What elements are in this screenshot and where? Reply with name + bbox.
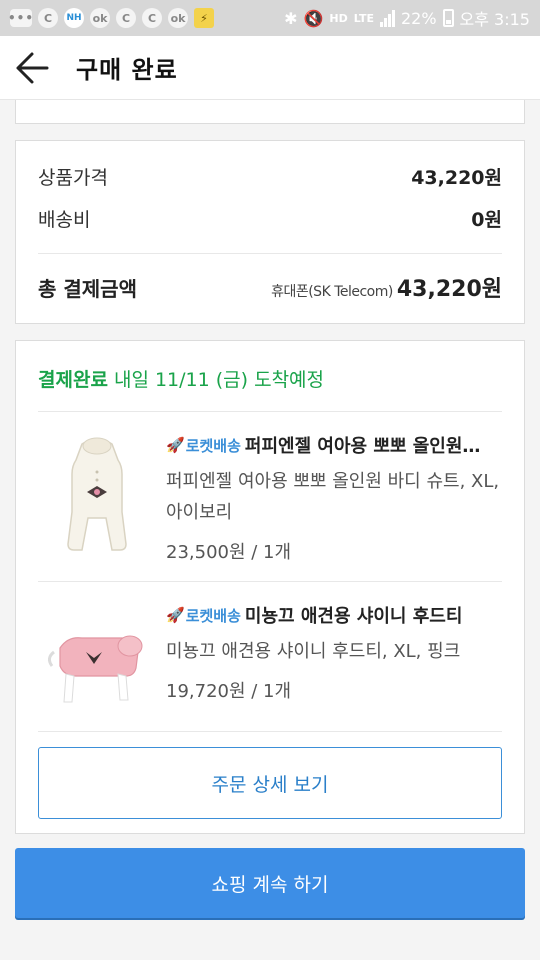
nh-app-icon: NH — [64, 8, 84, 28]
c-app-icon: C — [38, 8, 58, 28]
page-title: 구매 완료 — [76, 56, 178, 84]
order-item[interactable]: 🚀 로켓배송 퍼피엔젤 여아용 뽀뽀 올인원… 퍼피엔젤 여아용 뽀뽀 올인원 바… — [38, 411, 502, 581]
product-thumbnail-hoodie[interactable] — [42, 596, 152, 726]
shipping-value: 0원 — [471, 209, 502, 231]
item-price: 23,500원 / 1개 — [166, 542, 292, 563]
ok-app-icon: ok — [90, 8, 110, 28]
rocket-badge-label: 로켓배송 — [185, 436, 241, 455]
total-row: 총 결제금액 휴대폰(SK Telecom) 43,220원 — [38, 271, 502, 303]
ok-app-icon: ok — [168, 8, 188, 28]
product-price-value: 43,220원 — [411, 167, 502, 189]
battery-icon — [442, 9, 454, 27]
item-name[interactable]: 퍼피엔젤 여아용 뽀뽀 올인원… — [245, 432, 481, 458]
item-info: 🚀 로켓배송 미뇽끄 애견용 샤이니 후드티 미뇽끄 애견용 샤이니 후드티, X… — [166, 602, 502, 703]
product-price-row: 상품가격 43,220원 — [38, 163, 502, 190]
price-divider — [38, 253, 502, 254]
item-title: 🚀 로켓배송 퍼피엔젤 여아용 뽀뽀 올인원… — [166, 432, 502, 458]
product-price-label: 상품가격 — [38, 167, 108, 189]
product-thumbnail-onesie[interactable] — [42, 426, 152, 556]
signal-icon — [379, 9, 395, 27]
order-card: 결제완료 내일 11/11 (금) 도착예정 🚀 로켓배송 퍼피엔젤 여아용 뽀뽀… — [15, 340, 525, 834]
status-bar: ••• C NH ok C C ok ⚡ ✱ 🔇 HD LTE 22% 오후 3… — [0, 0, 540, 36]
rocket-delivery-badge: 🚀 로켓배송 — [166, 435, 241, 456]
order-detail-button[interactable]: 주문 상세 보기 — [38, 747, 502, 819]
notification-dots-icon: ••• — [8, 9, 35, 27]
c-app-icon: C — [116, 8, 136, 28]
pikachu-app-icon: ⚡ — [194, 8, 214, 28]
item-option: 미뇽끄 애견용 샤이니 후드티, XL, 핑크 — [166, 641, 461, 662]
item-name[interactable]: 미뇽끄 애견용 샤이니 후드티 — [245, 602, 463, 628]
item-price: 19,720원 / 1개 — [166, 681, 292, 702]
mute-icon: 🔇 — [303, 8, 324, 28]
lte-icon: LTE — [353, 11, 374, 25]
back-button[interactable] — [0, 36, 64, 100]
app-header: 구매 완료 — [0, 36, 540, 100]
price-summary-card: 상품가격 43,220원 배송비 0원 총 결제금액 휴대폰(SK Teleco… — [15, 140, 525, 324]
payment-method: 휴대폰(SK Telecom) — [271, 284, 393, 300]
item-title: 🚀 로켓배송 미뇽끄 애견용 샤이니 후드티 — [166, 602, 502, 628]
item-info: 🚀 로켓배송 퍼피엔젤 여아용 뽀뽀 올인원… 퍼피엔젤 여아용 뽀뽀 올인원 바… — [166, 432, 502, 564]
content-area[interactable]: 상품가격 43,220원 배송비 0원 총 결제금액 휴대폰(SK Teleco… — [0, 100, 540, 960]
rocket-icon: 🚀 — [166, 436, 185, 454]
rocket-icon: 🚀 — [166, 606, 185, 624]
items-divider — [38, 731, 502, 732]
bluetooth-icon: ✱ — [284, 8, 298, 28]
shipping-label: 배송비 — [38, 209, 91, 231]
total-label: 총 결제금액 — [38, 276, 137, 301]
status-bar-notifications: ••• C NH ok C C ok ⚡ — [8, 8, 214, 28]
total-value: 43,220원 — [396, 277, 502, 302]
battery-percent: 22% — [400, 8, 437, 28]
item-option: 퍼피엔젤 여아용 뽀뽀 올인원 바디 슈트, XL, 아이보리 — [166, 471, 500, 523]
back-arrow-icon — [16, 52, 49, 83]
clock: 오후 3:15 — [459, 10, 530, 29]
total-right: 휴대폰(SK Telecom) 43,220원 — [271, 271, 502, 303]
hd-voice-icon: HD — [329, 11, 348, 25]
arrival-estimate: 내일 11/11 (금) 도착예정 — [107, 369, 325, 391]
payment-status: 결제완료 — [38, 369, 108, 391]
previous-card — [15, 100, 525, 124]
shipping-row: 배송비 0원 — [38, 205, 502, 232]
rocket-delivery-badge: 🚀 로켓배송 — [166, 605, 241, 626]
c-app-icon: C — [142, 8, 162, 28]
delivery-status: 결제완료 내일 11/11 (금) 도착예정 — [38, 365, 324, 392]
order-item[interactable]: 🚀 로켓배송 미뇽끄 애견용 샤이니 후드티 미뇽끄 애견용 샤이니 후드티, X… — [38, 581, 502, 751]
continue-shopping-button[interactable]: 쇼핑 계속 하기 — [15, 848, 525, 918]
rocket-badge-label: 로켓배송 — [185, 606, 241, 625]
status-bar-system: ✱ 🔇 HD LTE 22% 오후 3:15 — [284, 6, 530, 30]
